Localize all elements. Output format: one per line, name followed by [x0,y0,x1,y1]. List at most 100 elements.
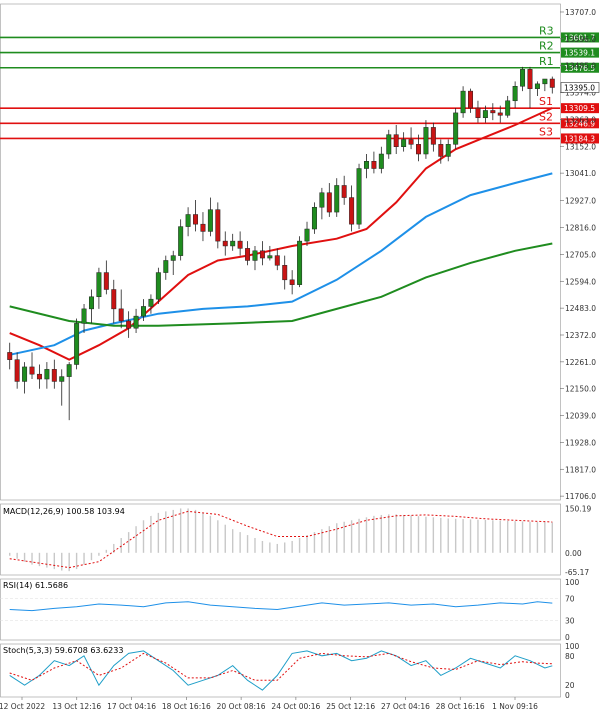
price-tick-label: 13596.0 [565,35,596,44]
stoch-label: Stoch(5,3,3) 59.6708 63.6233 [3,646,123,655]
candle-body [423,127,429,155]
candle-body [356,168,362,225]
level-name: S3 [539,125,553,138]
candle-body [178,226,184,256]
candle-body [133,315,139,329]
candle-body [163,260,169,273]
candle-body [460,90,466,114]
candle-body [520,69,526,87]
price-tick-label: 12594.0 [565,277,596,286]
price-tick-label: 11817.0 [565,465,596,474]
candle-body [252,250,258,261]
candle-body [155,272,161,300]
candle-body [170,255,176,261]
time-tick-label: 1 Nov 09:16 [492,702,538,711]
candle-body [29,366,35,375]
candle-body [141,306,146,317]
candle-body [527,69,533,89]
candle-body [274,255,280,266]
price-tick-label: 13263.0 [565,115,596,124]
rsi-tick-label: 0 [565,633,570,642]
level-value-label: 13309.5 [564,104,595,113]
time-tick-label: 25 Oct 12:16 [326,702,375,711]
candle-body [148,298,154,307]
candle-body [222,240,228,247]
level-value-label: 13539.1 [564,49,595,58]
candle-body [453,112,459,145]
stoch-tick-label: 80 [565,652,575,661]
rsi-tick-label: 70 [565,595,575,604]
candle-body [267,255,273,259]
rsi-tick-label: 100 [565,578,580,587]
candle-body [393,134,399,148]
candle-body [245,248,251,261]
candle-body [111,289,117,310]
time-tick-label: 20 Oct 08:16 [217,702,266,711]
candle-body [185,214,191,227]
level-name: R3 [539,24,554,37]
candle-body [126,320,132,329]
stoch-tick-label: 100 [565,642,580,651]
candle-body [311,206,317,230]
candle-body [282,265,288,281]
candle-body [326,192,332,213]
candle-body [445,144,451,157]
rsi-tick-label: 30 [565,617,575,626]
price-tick-label: 12483.0 [565,304,596,313]
price-tick-label: 11928.0 [565,438,596,447]
candle-body [230,240,236,247]
candle-body [319,192,325,208]
candle-body [22,366,28,382]
level-name: R2 [539,40,554,53]
price-tick-label: 13485.0 [565,62,596,71]
level-name: R1 [539,55,554,68]
candle-body [207,209,213,232]
candle-body [401,139,407,148]
candle-body [482,110,488,118]
price-tick-label: 12705.0 [565,250,596,259]
time-tick-label: 28 Oct 16:16 [436,702,485,711]
candle-body [289,279,295,285]
candle-body [468,90,474,109]
candle-body [512,86,518,102]
current-price-label: 13395.0 [564,83,595,92]
candle-body [341,185,347,198]
stoch-tick-label: 0 [565,691,570,700]
candle-body [408,139,414,145]
candle-body [497,112,503,116]
macd-tick-label: 0.00 [565,549,582,558]
macd-label: MACD(12,26,9) 100.58 103.94 [3,507,125,516]
stoch-tick-label: 20 [565,681,575,690]
candle-body [237,240,243,249]
candle-body [378,153,384,169]
candle-body [334,185,340,213]
candle-body [96,272,102,298]
candle-body [36,373,42,380]
candle-body [103,272,109,290]
candle-body [59,376,65,382]
candle-body [118,308,124,322]
price-chart: R313601.7R213539.1R113476.5S113309.5S213… [0,0,600,715]
candle-body [363,161,369,169]
time-tick-label: 18 Oct 16:16 [162,702,211,711]
candle-body [416,144,421,155]
candle-body [438,144,444,157]
price-tick-label: 11706.0 [565,492,596,501]
candle-body [549,78,555,88]
candle-body [297,240,303,285]
macd-tick-label: -65.17 [565,568,589,577]
level-name: S1 [539,95,553,108]
candle-body [200,223,206,232]
candle-body [304,228,310,242]
time-tick-label: 27 Oct 04:16 [381,702,430,711]
candle-body [7,352,13,360]
rsi-label: RSI(14) 61.5686 [3,581,68,590]
time-tick-label: 17 Oct 04:16 [107,702,156,711]
time-tick-label: 24 Oct 00:16 [271,702,320,711]
time-tick-label: 12 Oct 2022 [0,702,45,711]
candle-body [81,308,87,324]
candle-body [66,364,72,377]
candle-body [259,250,265,259]
price-tick-label: 12261.0 [565,358,596,367]
candle-body [542,78,548,85]
